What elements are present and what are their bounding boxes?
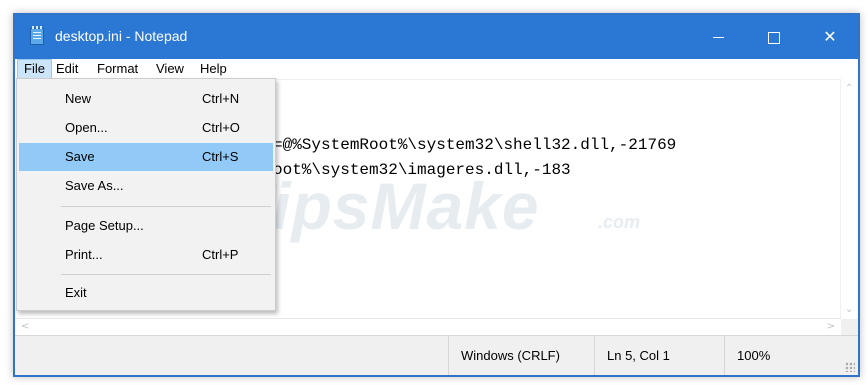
editor-line: =@%SystemRoot%\system32\shell32.dll,-217… xyxy=(273,136,677,154)
minimize-icon xyxy=(712,37,724,38)
menu-item-label: Save xyxy=(65,149,95,164)
watermark-suffix: .com xyxy=(598,212,641,232)
menu-item-exit[interactable]: Exit xyxy=(19,279,273,307)
status-line-ending: Windows (CRLF) xyxy=(448,336,594,375)
menu-item-shortcut: Ctrl+S xyxy=(202,149,239,164)
menu-help[interactable]: Help xyxy=(194,59,233,79)
menu-item-new[interactable]: New Ctrl+N xyxy=(19,85,273,113)
file-menu-dropdown: New Ctrl+N Open... Ctrl+O Save Ctrl+S Sa… xyxy=(16,78,276,311)
menu-item-save[interactable]: Save Ctrl+S xyxy=(19,143,273,171)
menu-view[interactable]: View xyxy=(150,59,190,79)
notepad-icon xyxy=(30,26,44,45)
menu-item-label: Print... xyxy=(65,247,103,262)
menu-item-label: Exit xyxy=(65,285,87,300)
horizontal-scrollbar[interactable]: < > xyxy=(15,318,841,336)
menu-item-save-as[interactable]: Save As... xyxy=(19,172,273,200)
menu-item-label: Open... xyxy=(65,120,108,135)
menu-item-shortcut: Ctrl+O xyxy=(202,120,240,135)
menu-item-label: New xyxy=(65,91,92,106)
menu-separator xyxy=(61,274,271,275)
menu-item-open[interactable]: Open... Ctrl+O xyxy=(19,114,273,142)
window-title: desktop.ini - Notepad xyxy=(55,28,188,44)
scroll-up-icon[interactable]: ⌃ xyxy=(845,83,853,94)
close-button[interactable]: ✕ xyxy=(802,15,858,59)
status-position: Ln 5, Col 1 xyxy=(594,336,724,375)
minimize-button[interactable] xyxy=(690,15,746,59)
scroll-right-icon[interactable]: > xyxy=(827,321,835,332)
menu-item-label: Save As... xyxy=(65,178,124,193)
resize-grip-icon[interactable] xyxy=(845,362,855,372)
title-bar[interactable]: desktop.ini - Notepad ✕ xyxy=(15,15,858,59)
close-icon: ✕ xyxy=(823,27,837,46)
menu-format[interactable]: Format xyxy=(91,59,144,79)
status-bar: Windows (CRLF) Ln 5, Col 1 100% xyxy=(15,335,858,375)
scroll-down-icon[interactable]: ⌄ xyxy=(845,304,853,315)
menu-edit[interactable]: Edit xyxy=(50,59,84,79)
watermark-logo: TipsMake xyxy=(232,169,540,243)
menu-separator xyxy=(61,206,271,207)
maximize-icon xyxy=(768,31,780,44)
scrollbar-corner xyxy=(841,319,858,336)
menu-item-label: Page Setup... xyxy=(65,218,144,233)
vertical-scrollbar[interactable]: ⌃ ⌄ xyxy=(840,79,858,319)
status-zoom: 100% xyxy=(724,336,858,375)
menu-item-print[interactable]: Print... Ctrl+P xyxy=(19,241,273,269)
menu-file[interactable]: File xyxy=(17,59,52,79)
maximize-button[interactable] xyxy=(746,15,802,59)
menu-bar: File Edit Format View Help xyxy=(15,59,858,79)
menu-item-shortcut: Ctrl+P xyxy=(202,247,239,262)
menu-item-page-setup[interactable]: Page Setup... xyxy=(19,212,273,240)
menu-item-shortcut: Ctrl+N xyxy=(202,91,240,106)
scroll-left-icon[interactable]: < xyxy=(21,321,29,332)
